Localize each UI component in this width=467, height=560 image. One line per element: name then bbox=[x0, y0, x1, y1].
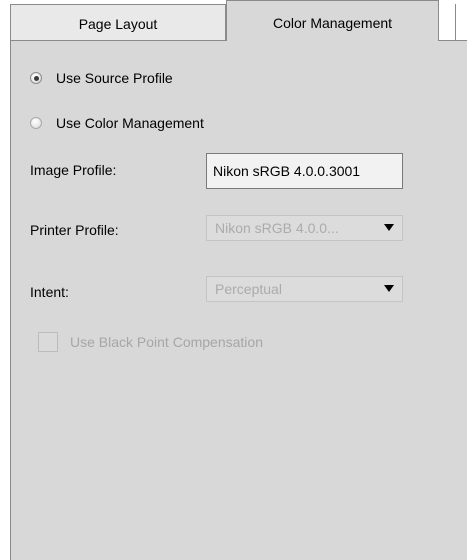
printer-profile-value: Nikon sRGB 4.0.0... bbox=[215, 220, 339, 236]
image-profile-label: Image Profile: bbox=[30, 162, 117, 178]
intent-value: Perceptual bbox=[215, 281, 282, 297]
tab-color-management[interactable]: Color Management bbox=[226, 0, 439, 41]
black-point-compensation-label: Use Black Point Compensation bbox=[70, 334, 263, 350]
chevron-down-icon bbox=[384, 224, 394, 231]
black-point-compensation-checkbox[interactable] bbox=[38, 332, 58, 352]
printer-profile-label: Printer Profile: bbox=[30, 222, 119, 238]
chevron-down-icon bbox=[384, 285, 394, 292]
image-profile-field: Nikon sRGB 4.0.0.3001 bbox=[206, 153, 403, 189]
tab-strip-divider bbox=[455, 4, 456, 40]
printer-profile-dropdown[interactable]: Nikon sRGB 4.0.0... bbox=[206, 215, 403, 241]
tab-page-layout[interactable]: Page Layout bbox=[10, 4, 226, 40]
use-source-profile-option[interactable]: Use Source Profile bbox=[30, 67, 173, 89]
use-source-profile-radio[interactable] bbox=[30, 72, 42, 84]
intent-dropdown[interactable]: Perceptual bbox=[206, 276, 403, 302]
use-source-profile-label: Use Source Profile bbox=[56, 70, 173, 86]
black-point-compensation-option[interactable]: Use Black Point Compensation bbox=[38, 331, 263, 353]
use-color-management-option[interactable]: Use Color Management bbox=[30, 112, 204, 134]
tab-strip: Page Layout Color Management bbox=[0, 0, 467, 41]
intent-label: Intent: bbox=[30, 284, 69, 300]
use-color-management-radio[interactable] bbox=[30, 117, 42, 129]
use-color-management-label: Use Color Management bbox=[56, 115, 204, 131]
